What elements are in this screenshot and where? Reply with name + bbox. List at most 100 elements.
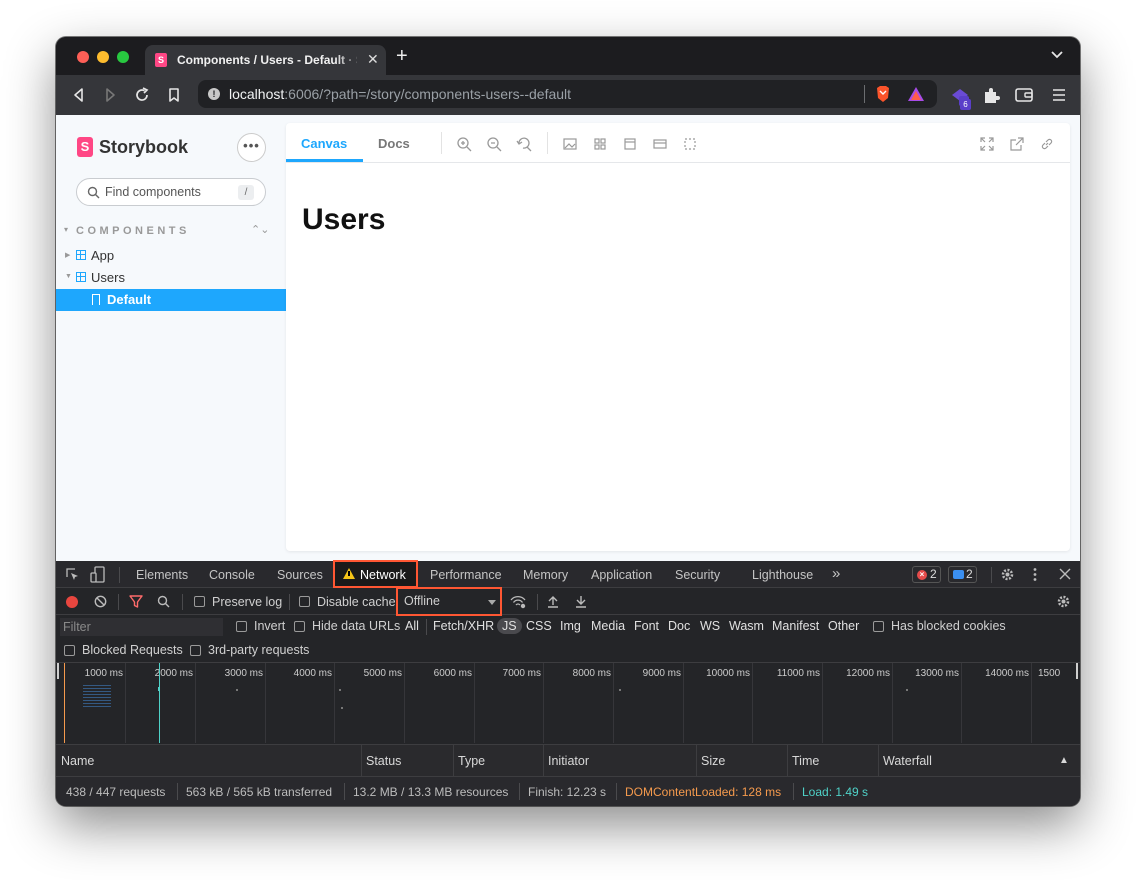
export-har-icon[interactable] (575, 595, 587, 608)
inspect-element-icon[interactable] (65, 567, 80, 582)
search-icon[interactable] (157, 595, 170, 608)
wallet-icon[interactable] (1013, 84, 1035, 106)
settings-gear-icon[interactable] (1000, 567, 1015, 582)
column-type[interactable]: Type (458, 754, 485, 768)
network-settings-gear-icon[interactable] (1056, 594, 1071, 609)
type-filter-fetch-xhr[interactable]: Fetch/XHR (433, 619, 494, 633)
new-tab-button[interactable]: + (396, 46, 408, 66)
request-bars (83, 685, 111, 707)
zoom-out-icon[interactable] (486, 136, 502, 152)
type-filter-manifest[interactable]: Manifest (772, 619, 819, 633)
column-waterfall[interactable]: Waterfall (883, 754, 932, 768)
expand-all-icon[interactable]: ⌃⌄ (251, 223, 269, 236)
type-filter-css[interactable]: CSS (526, 619, 552, 633)
sidebar-menu-button[interactable]: ••• (237, 133, 266, 162)
devtools-tab-security[interactable]: Security (675, 568, 720, 582)
disable-cache-checkbox[interactable] (299, 596, 310, 607)
background-icon[interactable] (562, 136, 578, 152)
column-status[interactable]: Status (366, 754, 401, 768)
column-name[interactable]: Name (61, 754, 94, 768)
kebab-menu-icon[interactable] (1032, 567, 1038, 582)
type-filter-img[interactable]: Img (560, 619, 581, 633)
minimize-window-button[interactable] (97, 51, 109, 63)
sidebar-item-users[interactable]: ▼ Users (56, 267, 286, 289)
hide-data-urls-checkbox[interactable] (294, 621, 305, 632)
section-collapse-icon[interactable]: ▾ (64, 225, 68, 234)
filter-icon[interactable] (129, 595, 143, 608)
tab-docs[interactable]: Docs (378, 136, 410, 151)
measure-icon[interactable] (652, 136, 668, 152)
devtools-tab-console[interactable]: Console (209, 568, 255, 582)
menu-icon[interactable] (1048, 84, 1070, 106)
close-devtools-icon[interactable] (1059, 568, 1071, 580)
address-bar[interactable]: ! localhost:6006/?path=/story/components… (198, 80, 937, 108)
column-initiator[interactable]: Initiator (548, 754, 589, 768)
type-filter-doc[interactable]: Doc (668, 619, 690, 633)
puzzle-icon[interactable] (980, 84, 1002, 106)
brave-rewards-icon[interactable] (907, 85, 925, 103)
network-conditions-icon[interactable] (509, 594, 527, 609)
chevron-down-icon[interactable] (1051, 51, 1063, 59)
forward-icon[interactable] (100, 85, 120, 105)
brave-shields-icon[interactable] (875, 85, 891, 103)
sidebar-item-default[interactable]: Default (56, 289, 286, 311)
clear-icon[interactable] (94, 595, 107, 608)
devtools-tab-performance[interactable]: Performance (430, 568, 502, 582)
column-size[interactable]: Size (701, 754, 725, 768)
more-tabs-icon[interactable]: » (832, 565, 840, 582)
sort-ascending-icon[interactable]: ▲ (1059, 755, 1069, 766)
invert-checkbox[interactable] (236, 621, 247, 632)
message-count-badge[interactable]: 2 (948, 566, 977, 583)
zoom-reset-icon[interactable] (516, 136, 532, 152)
outline-icon[interactable] (682, 136, 698, 152)
type-filter-font[interactable]: Font (634, 619, 659, 633)
devtools-tab-network[interactable]: Network (333, 560, 418, 588)
search-input[interactable] (105, 185, 233, 199)
filter-input[interactable] (60, 618, 223, 636)
error-count-badge[interactable]: × 2 (912, 566, 941, 583)
reload-icon[interactable] (132, 85, 152, 105)
devtools-tab-elements[interactable]: Elements (136, 568, 188, 582)
search-shortcut-key: / (238, 185, 254, 200)
close-window-button[interactable] (77, 51, 89, 63)
column-time[interactable]: Time (792, 754, 819, 768)
bookmark-icon[interactable] (164, 85, 184, 105)
copy-link-icon[interactable] (1039, 136, 1055, 152)
section-title[interactable]: COMPONENTS (76, 225, 190, 237)
preserve-log-checkbox[interactable] (194, 596, 205, 607)
type-filter-other[interactable]: Other (828, 619, 859, 633)
component-search[interactable]: / (76, 178, 266, 206)
device-toolbar-icon[interactable] (90, 566, 106, 583)
import-har-icon[interactable] (547, 595, 559, 608)
viewport-icon[interactable] (622, 136, 638, 152)
blocked-requests-checkbox[interactable] (64, 645, 75, 656)
sidebar-item-app[interactable]: ▶ App (56, 245, 286, 267)
record-button[interactable] (66, 596, 78, 608)
sidebar-item-label: Users (91, 270, 125, 285)
tab-canvas[interactable]: Canvas (301, 136, 347, 151)
open-new-tab-icon[interactable] (1009, 136, 1025, 152)
fullscreen-icon[interactable] (979, 136, 995, 152)
type-filter-ws[interactable]: WS (700, 619, 720, 633)
devtools-tab-lighthouse[interactable]: Lighthouse (752, 568, 813, 582)
browser-tab[interactable]: S Components / Users - Default · Storybo… (145, 45, 386, 75)
zoom-window-button[interactable] (117, 51, 129, 63)
third-party-checkbox[interactable] (190, 645, 201, 656)
timeline-label: 4000 ms (293, 668, 332, 679)
type-filter-js[interactable]: JS (497, 618, 522, 634)
zoom-in-icon[interactable] (456, 136, 472, 152)
grid-icon[interactable] (592, 136, 608, 152)
range-handle-left[interactable] (57, 663, 59, 679)
type-filter-all[interactable]: All (405, 619, 419, 633)
devtools-tab-sources[interactable]: Sources (277, 568, 323, 582)
site-info-icon[interactable]: ! (208, 88, 220, 100)
devtools-tab-memory[interactable]: Memory (523, 568, 568, 582)
has-blocked-cookies-checkbox[interactable] (873, 621, 884, 632)
range-handle-right[interactable] (1076, 663, 1078, 679)
throttling-select[interactable]: Offline (396, 587, 502, 616)
type-filter-media[interactable]: Media (591, 619, 625, 633)
devtools-tab-application[interactable]: Application (591, 568, 652, 582)
tab-close-icon[interactable]: ✕ (367, 51, 379, 68)
back-icon[interactable] (69, 85, 89, 105)
type-filter-wasm[interactable]: Wasm (729, 619, 764, 633)
